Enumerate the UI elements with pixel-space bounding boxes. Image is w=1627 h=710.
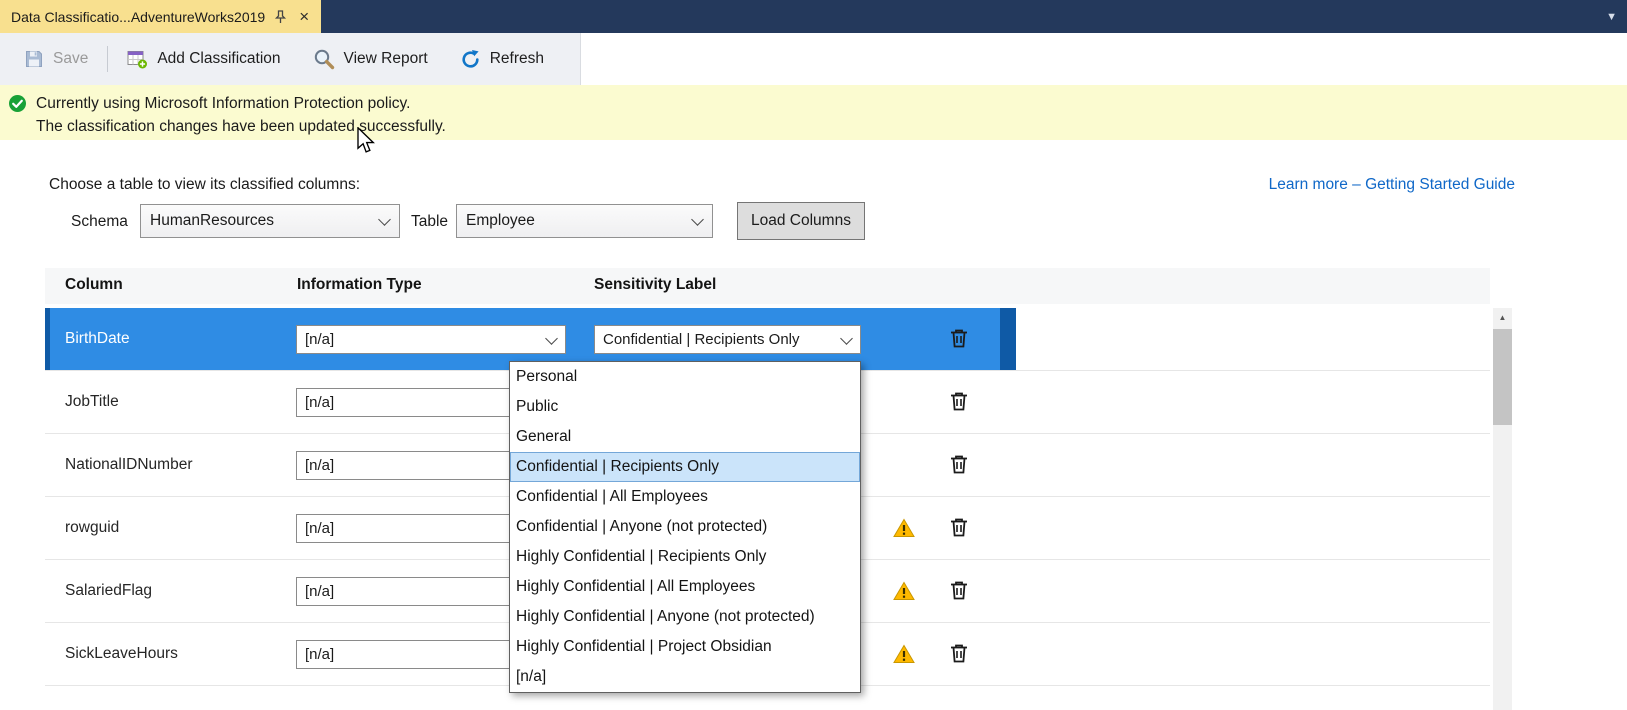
dropdown-option[interactable]: Highly Confidential | Anyone (not protec… <box>510 602 860 632</box>
dropdown-option[interactable]: Highly Confidential | All Employees <box>510 572 860 602</box>
choose-table-label: Choose a table to view its classified co… <box>49 176 360 194</box>
delete-classification-button[interactable] <box>950 643 968 663</box>
scrollbar-thumb[interactable] <box>1493 329 1512 425</box>
info-bar: Currently using Microsoft Information Pr… <box>0 85 1627 140</box>
dropdown-option[interactable]: [n/a] <box>510 662 860 692</box>
delete-classification-button[interactable] <box>950 580 968 600</box>
delete-classification-button[interactable] <box>950 454 968 474</box>
view-report-button[interactable]: View Report <box>297 39 444 79</box>
pin-icon[interactable] <box>274 10 287 24</box>
document-tab[interactable]: Data Classificatio...AdventureWorks2019 … <box>0 0 321 33</box>
grid-header: Column Information Type Sensitivity Labe… <box>45 268 1490 304</box>
dropdown-option[interactable]: Confidential | All Employees <box>510 482 860 512</box>
load-columns-button[interactable]: Load Columns <box>737 202 865 240</box>
dropdown-option[interactable]: Highly Confidential | Project Obsidian <box>510 632 860 662</box>
sensitivity-label-select[interactable]: Confidential | Recipients Only <box>594 325 861 354</box>
sensitivity-label-value: Confidential | Recipients Only <box>603 331 800 348</box>
chevron-down-icon <box>840 332 853 345</box>
tab-list-chevron-icon[interactable]: ▼ <box>1606 11 1627 23</box>
information-type-value: [n/a] <box>305 583 334 600</box>
dropdown-option-highlighted[interactable]: Confidential | Recipients Only <box>510 452 860 482</box>
toolbar: Save Add Classification <box>0 33 1627 85</box>
schema-label: Schema <box>71 213 128 231</box>
ssms-data-classification-window: Data Classificatio...AdventureWorks2019 … <box>0 0 1627 710</box>
save-icon <box>24 49 44 69</box>
dropdown-option[interactable]: Confidential | Anyone (not protected) <box>510 512 860 542</box>
document-tab-title: Data Classificatio...AdventureWorks2019 <box>11 9 265 25</box>
table-select[interactable]: Employee <box>456 204 713 238</box>
add-classification-button[interactable]: Add Classification <box>111 39 296 79</box>
sensitivity-dropdown-list: Personal Public General Confidential | R… <box>509 361 861 693</box>
schema-value: HumanResources <box>150 212 274 230</box>
save-button[interactable]: Save <box>8 39 104 79</box>
refresh-label: Refresh <box>490 50 544 68</box>
chevron-down-icon <box>378 213 391 226</box>
column-name: SalariedFlag <box>65 560 152 621</box>
toolbar-separator <box>107 46 108 72</box>
column-name: BirthDate <box>65 308 130 369</box>
information-type-value: [n/a] <box>305 394 334 411</box>
column-name: SickLeaveHours <box>65 623 178 684</box>
information-type-value: [n/a] <box>305 457 334 474</box>
info-line-updated: The classification changes have been upd… <box>36 115 446 138</box>
chevron-down-icon <box>545 332 558 345</box>
document-tab-strip: Data Classificatio...AdventureWorks2019 … <box>0 0 1627 33</box>
add-classification-label: Add Classification <box>157 50 280 68</box>
chevron-down-icon <box>691 213 704 226</box>
delete-classification-button[interactable] <box>950 391 968 411</box>
success-check-icon <box>8 94 27 113</box>
table-label: Table <box>411 213 448 231</box>
column-name: NationalIDNumber <box>65 434 193 495</box>
warning-icon <box>893 644 915 664</box>
information-type-header: Information Type <box>297 276 422 294</box>
information-type-value: [n/a] <box>305 520 334 537</box>
magnifier-icon <box>313 48 335 70</box>
table-value: Employee <box>466 212 535 230</box>
sensitivity-label-header: Sensitivity Label <box>594 276 716 294</box>
dropdown-option[interactable]: Highly Confidential | Recipients Only <box>510 542 860 572</box>
column-name: JobTitle <box>65 371 119 432</box>
close-icon[interactable]: × <box>296 8 312 25</box>
warning-icon <box>893 518 915 538</box>
information-type-value: [n/a] <box>305 331 334 348</box>
toolbar-strip: Save Add Classification <box>0 33 581 85</box>
classification-panel: Choose a table to view its classified co… <box>0 140 1627 710</box>
add-classification-icon <box>127 49 148 70</box>
schema-select[interactable]: HumanResources <box>140 204 400 238</box>
scroll-up-arrow-icon[interactable]: ▲ <box>1493 308 1512 327</box>
save-label: Save <box>53 50 88 68</box>
column-header: Column <box>65 276 123 294</box>
view-report-label: View Report <box>344 50 428 68</box>
column-name: rowguid <box>65 497 119 558</box>
delete-classification-button[interactable] <box>950 517 968 537</box>
warning-icon <box>893 581 915 601</box>
dropdown-option[interactable]: Personal <box>510 362 860 392</box>
refresh-button[interactable]: Refresh <box>444 39 560 79</box>
dropdown-option[interactable]: General <box>510 422 860 452</box>
learn-more-link[interactable]: Learn more – Getting Started Guide <box>1269 176 1515 194</box>
vertical-scrollbar[interactable]: ▲ <box>1493 308 1512 710</box>
dropdown-option[interactable]: Public <box>510 392 860 422</box>
information-type-select[interactable]: [n/a] <box>296 325 566 354</box>
refresh-icon <box>460 49 481 70</box>
information-type-value: [n/a] <box>305 646 334 663</box>
delete-classification-button[interactable] <box>950 328 968 348</box>
info-line-policy: Currently using Microsoft Information Pr… <box>36 92 446 115</box>
